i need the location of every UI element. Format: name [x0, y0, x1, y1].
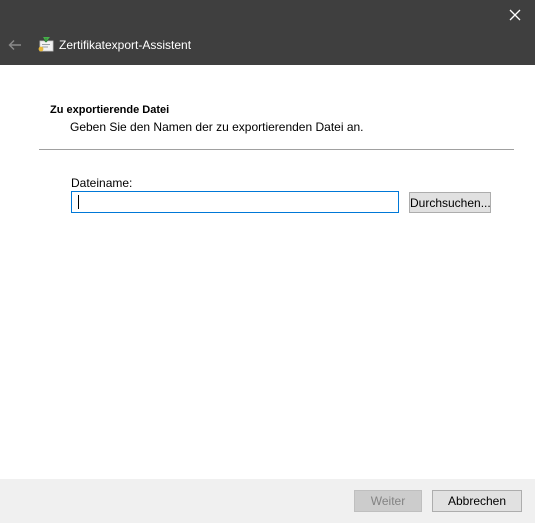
window-title: Zertifikatexport-Assistent [59, 38, 192, 52]
browse-button[interactable]: Durchsuchen... [409, 192, 491, 213]
certificate-wizard-icon [38, 37, 54, 52]
title-bar: Zertifikatexport-Assistent [0, 0, 535, 65]
back-button[interactable] [6, 36, 24, 54]
filename-input[interactable] [71, 191, 399, 213]
close-button[interactable] [495, 0, 535, 30]
certificate-export-wizard-window: Zertifikatexport-Assistent Zu exportiere… [0, 0, 535, 523]
next-button[interactable]: Weiter [354, 490, 422, 512]
filename-label: Dateiname: [71, 176, 133, 190]
close-icon [509, 9, 521, 21]
header-divider [39, 149, 514, 150]
text-cursor [78, 195, 79, 209]
back-arrow-icon [8, 40, 21, 50]
section-heading: Zu exportierende Datei [50, 104, 170, 116]
cancel-button[interactable]: Abbrechen [432, 490, 522, 512]
section-description: Geben Sie den Namen der zu exportierende… [70, 120, 364, 134]
